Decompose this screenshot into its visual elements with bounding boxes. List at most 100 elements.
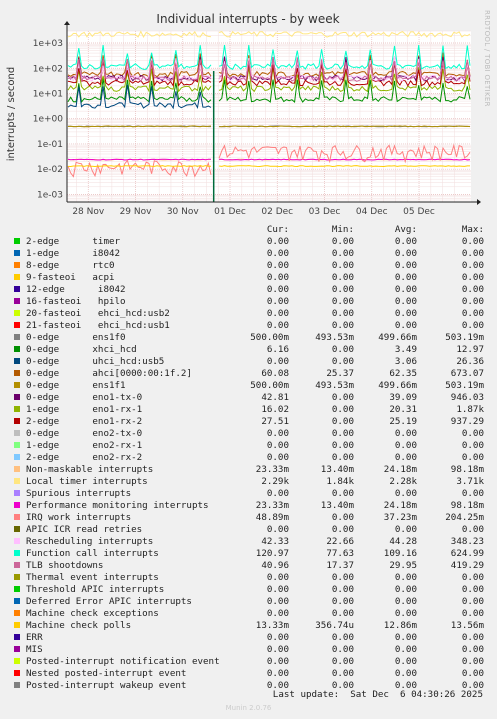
legend-avg-value: 0.00 — [394, 596, 417, 607]
legend-cur-value: 0.00 — [266, 644, 289, 655]
legend-cur-value: 2.29k — [261, 476, 289, 487]
legend-avg-value: 62.35 — [389, 368, 417, 379]
legend-max-value: 0.00 — [461, 656, 484, 667]
legend-max-value: 0.00 — [461, 260, 484, 271]
legend-series-name: IRQ work interrupts — [26, 512, 132, 523]
legend-avg-value: 24.18m — [383, 500, 417, 511]
legend-row: Rescheduling interrupts 42.33 22.66 44.28 34… — [0, 536, 497, 548]
legend-swatch — [14, 406, 20, 412]
legend-avg-value: 0.00 — [394, 656, 417, 667]
legend-cur-value: 42.33 — [261, 536, 289, 547]
legend-row: 0-edge uhci_hcd:usb5 0.00 0.00 3.06 26.36 — [0, 356, 497, 368]
legend-swatch — [14, 358, 20, 364]
legend-series-name: 1-edge i8042 — [26, 248, 121, 259]
legend-row: ERR 0.00 0.00 0.00 0.00 — [0, 632, 497, 644]
legend-min-value: 0.00 — [331, 668, 354, 679]
legend-row: 21-fasteoi ehci_hcd:usb1 0.00 0.00 0.00 0.00 — [0, 320, 497, 332]
legend-swatch — [14, 658, 20, 664]
legend-series-name: 8-edge rtc0 — [26, 260, 115, 271]
legend-swatch — [14, 478, 20, 484]
legend-min-value: 493.53m — [315, 332, 354, 343]
legend-avg-value: 37.23m — [383, 512, 417, 523]
legend-cur-value: 0.00 — [266, 320, 289, 331]
legend-min-value: 0.00 — [331, 404, 354, 415]
legend-series-name: Rescheduling interrupts — [26, 536, 154, 547]
legend-min-value: 0.00 — [331, 512, 354, 523]
legend-series-name: Function call interrupts — [26, 548, 159, 559]
legend-swatch — [14, 646, 20, 652]
legend-avg-value: 3.06 — [394, 356, 417, 367]
legend-max-value: 0.00 — [461, 632, 484, 643]
legend-series-name: Spurious interrupts — [26, 488, 132, 499]
last-update: Last update: Sat Dec 6 04:30:26 2025 — [272, 689, 483, 700]
legend-row: 1-edge eno1-rx-1 16.02 0.00 20.31 1.87k — [0, 404, 497, 416]
legend-cur-value: 500.00m — [250, 332, 289, 343]
legend-avg-value: 2.28k — [389, 476, 417, 487]
legend-max-value: 3.71k — [456, 476, 484, 487]
legend-cur-value: 0.00 — [266, 248, 289, 259]
legend-row: 0-edge ahci[0000:00:1f.2] 60.08 25.37 62.35… — [0, 368, 497, 380]
legend-cur-value: 0.00 — [266, 260, 289, 271]
legend-max-value: 0.00 — [461, 596, 484, 607]
legend-cur-value: 48.89m — [255, 512, 289, 523]
legend-min-value: 0.00 — [331, 632, 354, 643]
legend-series-name: Nested posted-interrupt event — [26, 668, 187, 679]
legend-avg-value: 0.00 — [394, 320, 417, 331]
legend-min-value: 0.00 — [331, 284, 354, 295]
legend-swatch — [14, 262, 20, 268]
legend-swatch — [14, 310, 20, 316]
legend-min-value: 17.37 — [326, 560, 354, 571]
legend-max-value: 624.99 — [450, 548, 484, 559]
legend-cur-value: 0.00 — [266, 524, 289, 535]
legend-series-name: ERR — [26, 632, 43, 643]
legend-avg-value: 109.16 — [383, 548, 417, 559]
legend-min-value: 0.00 — [331, 524, 354, 535]
legend-row: 1-edge i8042 0.00 0.00 0.00 0.00 — [0, 248, 497, 260]
legend-max-value: 946.03 — [450, 392, 484, 403]
legend-swatch — [14, 466, 20, 472]
legend-max-value: 98.18m — [450, 500, 484, 511]
legend-min-value: 0.00 — [331, 572, 354, 583]
legend-min-value: 0.00 — [331, 236, 354, 247]
legend-max-value: 0.00 — [461, 644, 484, 655]
legend-row: 16-fasteoi hpilo 0.00 0.00 0.00 0.00 — [0, 296, 497, 308]
legend-min-value: 0.00 — [331, 248, 354, 259]
legend-cur-value: 0.00 — [266, 488, 289, 499]
legend-max-value: 1.87k — [456, 404, 484, 415]
legend-min-value: 13.40m — [320, 500, 354, 511]
legend-row: 8-edge rtc0 0.00 0.00 0.00 0.00 — [0, 260, 497, 272]
legend-min-value: 356.74u — [315, 620, 354, 631]
legend-swatch — [14, 622, 20, 628]
legend-min-value: 0.00 — [331, 344, 354, 355]
legend-cur-value: 60.08 — [261, 368, 289, 379]
legend-header-cur: Cur: — [266, 224, 289, 235]
legend-series-name: MIS — [26, 644, 43, 655]
legend-table: Cur: Min: Avg: Max: 2-edge timer 0.00 0.00… — [0, 0, 497, 719]
legend-row: 2-edge eno1-rx-2 27.51 0.00 25.19 937.29 — [0, 416, 497, 428]
legend-avg-value: 0.00 — [394, 428, 417, 439]
legend-series-name: 2-edge eno1-rx-2 — [26, 416, 143, 427]
legend-header-max: Max: — [461, 224, 484, 235]
legend-avg-value: 3.49 — [394, 344, 417, 355]
legend-swatch — [14, 442, 20, 448]
legend-avg-value: 499.66m — [378, 380, 417, 391]
legend-series-name: 0-edge eno1-tx-0 — [26, 392, 143, 403]
legend-cur-value: 120.97 — [255, 548, 289, 559]
legend-max-value: 0.00 — [461, 488, 484, 499]
legend-max-value: 0.00 — [461, 452, 484, 463]
legend-avg-value: 44.28 — [389, 536, 417, 547]
legend-series-name: 0-edge uhci_hcd:usb5 — [26, 356, 165, 367]
legend-min-value: 0.00 — [331, 356, 354, 367]
legend-cur-value: 0.00 — [266, 308, 289, 319]
legend-row: 0-edge ens1f1 500.00m 493.53m 499.66m 503.19… — [0, 380, 497, 392]
legend-max-value: 0.00 — [461, 236, 484, 247]
legend-cur-value: 0.00 — [266, 656, 289, 667]
legend-swatch — [14, 634, 20, 640]
legend-row: Thermal event interrupts 0.00 0.00 0.00 0.00 — [0, 572, 497, 584]
legend-cur-value: 0.00 — [266, 596, 289, 607]
legend-max-value: 673.07 — [450, 368, 484, 379]
legend-swatch — [14, 418, 20, 424]
legend-swatch — [14, 538, 20, 544]
legend-max-value: 0.00 — [461, 272, 484, 283]
legend-row: 12-edge i8042 0.00 0.00 0.00 0.00 — [0, 284, 497, 296]
